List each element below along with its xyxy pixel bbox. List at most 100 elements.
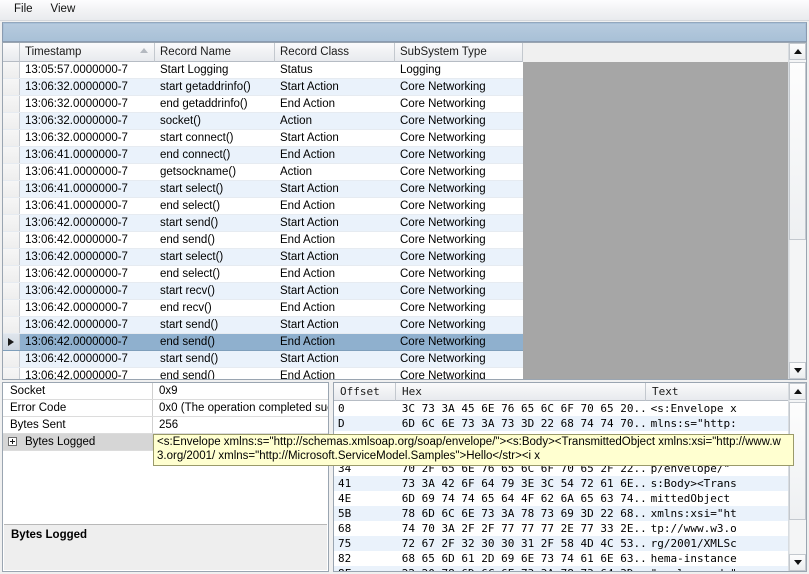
row-selector-cell[interactable] [3, 96, 20, 112]
hex-column-header-text[interactable]: Text [646, 383, 791, 401]
hex-cell-hex: 6D 69 74 74 65 64 4F 62 6A 65 63 74... [401, 492, 645, 505]
chevron-up-icon [794, 49, 802, 54]
hex-column-header-offset[interactable]: Offset [334, 383, 396, 401]
cell-timestamp: 13:06:42.0000000-7 [25, 319, 128, 331]
hex-viewer[interactable]: Offset Hex Text 0 3C 73 3A 45 6E 76 65 6C… [333, 382, 807, 572]
table-row[interactable]: 13:06:42.0000000-7 end send() End Action Co… [3, 368, 523, 379]
table-row[interactable]: 13:06:42.0000000-7 start send() Start Acti… [3, 351, 523, 368]
hex-viewer-body[interactable]: 0 3C 73 3A 45 6E 76 65 6C 6F 70 65 20... <… [334, 401, 789, 571]
hex-cell-text: mittedObject [650, 492, 731, 505]
cell-record-class: Start Action [280, 132, 339, 144]
menu-item-view[interactable]: View [42, 1, 85, 19]
hex-row[interactable]: 8F22 20 78 6D 6C 6E 73 3A 78 73 64 3D...… [334, 566, 789, 571]
scroll-thumb[interactable] [789, 62, 806, 240]
hex-row[interactable]: 5B 78 6D 6C 6E 73 3A 78 73 69 3D 22 68...… [334, 506, 789, 521]
hex-cell-hex: 3C 73 3A 45 6E 76 65 6C 6F 70 65 20... [401, 402, 645, 415]
table-row[interactable]: 13:06:32.0000000-7 end getaddrinfo() End A… [3, 96, 523, 113]
column-header-timestamp[interactable]: Timestamp [20, 43, 155, 62]
cell-subsystem: Core Networking [400, 81, 486, 93]
property-value[interactable]: 0x0 (The operation completed succe [153, 400, 328, 416]
records-grid-vscrollbar[interactable] [788, 43, 806, 379]
row-selector-cell[interactable] [3, 317, 20, 333]
records-grid-body[interactable]: 13:05:57.0000000-7 Start Logging Status Log… [3, 62, 523, 379]
property-name-label: Bytes Logged [25, 436, 96, 448]
row-selector-cell[interactable] [3, 283, 20, 299]
hex-row[interactable]: D 6D 6C 6E 73 3A 73 3D 22 68 74 74 70... m… [334, 416, 789, 431]
hex-row[interactable]: 75 72 67 2F 32 30 30 31 2F 58 4D 4C 53...… [334, 536, 789, 551]
row-selector-cell[interactable] [3, 181, 20, 197]
row-selector-cell[interactable] [3, 249, 20, 265]
cell-record-name: start recv() [160, 285, 215, 297]
column-header-record-name[interactable]: Record Name [155, 43, 275, 62]
hex-row[interactable]: 68 74 70 3A 2F 2F 77 77 77 2E 77 33 2E...… [334, 521, 789, 536]
table-row[interactable]: 13:06:42.0000000-7 start send() Start Acti… [3, 317, 523, 334]
property-name: Error Code [3, 400, 153, 416]
row-selector-cell[interactable] [3, 300, 20, 316]
table-row[interactable]: 13:06:41.0000000-7 start select() Start Ac… [3, 181, 523, 198]
cell-record-class: Start Action [280, 81, 339, 93]
cell-subsystem: Core Networking [400, 234, 486, 246]
row-selector-cell[interactable] [3, 232, 20, 248]
cell-record-class: End Action [280, 98, 335, 110]
hex-viewer-vscrollbar[interactable] [788, 383, 806, 571]
table-row[interactable]: 13:06:42.0000000-7 end recv() End Action Co… [3, 300, 523, 317]
hex-scroll-up-button[interactable] [789, 383, 806, 400]
menu-item-file[interactable]: File [5, 1, 42, 19]
table-row[interactable]: 13:05:57.0000000-7 Start Logging Status Log… [3, 62, 523, 79]
cell-record-class: End Action [280, 234, 335, 246]
property-value[interactable]: 0x9 [153, 383, 328, 399]
hex-row[interactable]: 4E 6D 69 74 74 65 64 4F 62 6A 65 63 74...… [334, 491, 789, 506]
cell-record-class: End Action [280, 149, 335, 161]
row-selector-cell[interactable] [3, 113, 20, 129]
row-selector-cell[interactable] [3, 62, 20, 78]
property-row[interactable]: Socket 0x9 [3, 383, 328, 400]
row-selector-cell[interactable] [3, 164, 20, 180]
property-name: Socket [3, 383, 153, 399]
table-row[interactable]: 13:06:42.0000000-7 end send() End Action Co… [3, 232, 523, 249]
row-selector-cell[interactable] [3, 198, 20, 214]
hex-row[interactable]: 82 68 65 6D 61 2D 69 6E 73 74 61 6E 63...… [334, 551, 789, 566]
table-row[interactable]: 13:06:32.0000000-7 socket() Action Core Net… [3, 113, 523, 130]
column-header-subsystem-type[interactable]: SubSystem Type [395, 43, 523, 62]
property-grid[interactable]: Socket 0x9 Error Code 0x0 (The operation co… [2, 382, 329, 572]
table-row[interactable]: 13:06:42.0000000-7 start recv() Start Acti… [3, 283, 523, 300]
row-selector-cell[interactable] [3, 79, 20, 95]
table-row[interactable]: 13:06:32.0000000-7 start connect() Start A… [3, 130, 523, 147]
table-row[interactable]: 13:06:42.0000000-7 end select() End Action… [3, 266, 523, 283]
cell-record-class: End Action [280, 370, 335, 379]
table-row[interactable]: 13:06:42.0000000-7 end send() End Action Co… [3, 334, 523, 351]
table-row[interactable]: 13:06:32.0000000-7 start getaddrinfo() Sta… [3, 79, 523, 96]
cell-record-name: end send() [160, 370, 215, 379]
property-value[interactable]: 256 [153, 417, 328, 433]
scroll-down-button[interactable] [789, 362, 806, 379]
table-row[interactable]: 13:06:41.0000000-7 end select() End Action… [3, 198, 523, 215]
hex-row[interactable]: 41 73 3A 42 6F 64 79 3E 3C 54 72 61 6E...… [334, 476, 789, 491]
hex-cell-offset: 68 [338, 522, 352, 535]
cell-record-name: start select() [160, 251, 224, 263]
row-selector-cell[interactable] [3, 368, 20, 379]
column-header-record-class[interactable]: Record Class [275, 43, 395, 62]
row-selector-cell[interactable] [3, 130, 20, 146]
row-selector-cell[interactable] [3, 266, 20, 282]
hex-row[interactable]: 0 3C 73 3A 45 6E 76 65 6C 6F 70 65 20... <… [334, 401, 789, 416]
cell-timestamp: 13:06:32.0000000-7 [25, 98, 128, 110]
property-row[interactable]: Error Code 0x0 (The operation completed s… [3, 400, 328, 417]
filter-toolbar[interactable] [2, 22, 807, 42]
hex-scroll-down-button[interactable] [789, 554, 806, 571]
row-selector-cell[interactable] [3, 351, 20, 367]
expand-plus-icon[interactable] [8, 437, 17, 446]
table-row[interactable]: 13:06:42.0000000-7 start select() Start Ac… [3, 249, 523, 266]
row-selector-cell[interactable] [3, 147, 20, 163]
table-row[interactable]: 13:06:41.0000000-7 getsockname() Action Cor… [3, 164, 523, 181]
cell-subsystem: Core Networking [400, 149, 486, 161]
cell-record-class: Start Action [280, 319, 339, 331]
scroll-up-button[interactable] [789, 43, 806, 60]
property-row[interactable]: Bytes Sent 256 [3, 417, 328, 434]
hex-column-header-hex[interactable]: Hex [396, 383, 646, 401]
row-selector-cell[interactable] [3, 334, 20, 350]
records-grid[interactable]: Timestamp Record Name Record Class SubSy… [2, 42, 807, 380]
cell-record-class: Start Action [280, 285, 339, 297]
table-row[interactable]: 13:06:42.0000000-7 start send() Start Acti… [3, 215, 523, 232]
table-row[interactable]: 13:06:41.0000000-7 end connect() End Actio… [3, 147, 523, 164]
row-selector-cell[interactable] [3, 215, 20, 231]
